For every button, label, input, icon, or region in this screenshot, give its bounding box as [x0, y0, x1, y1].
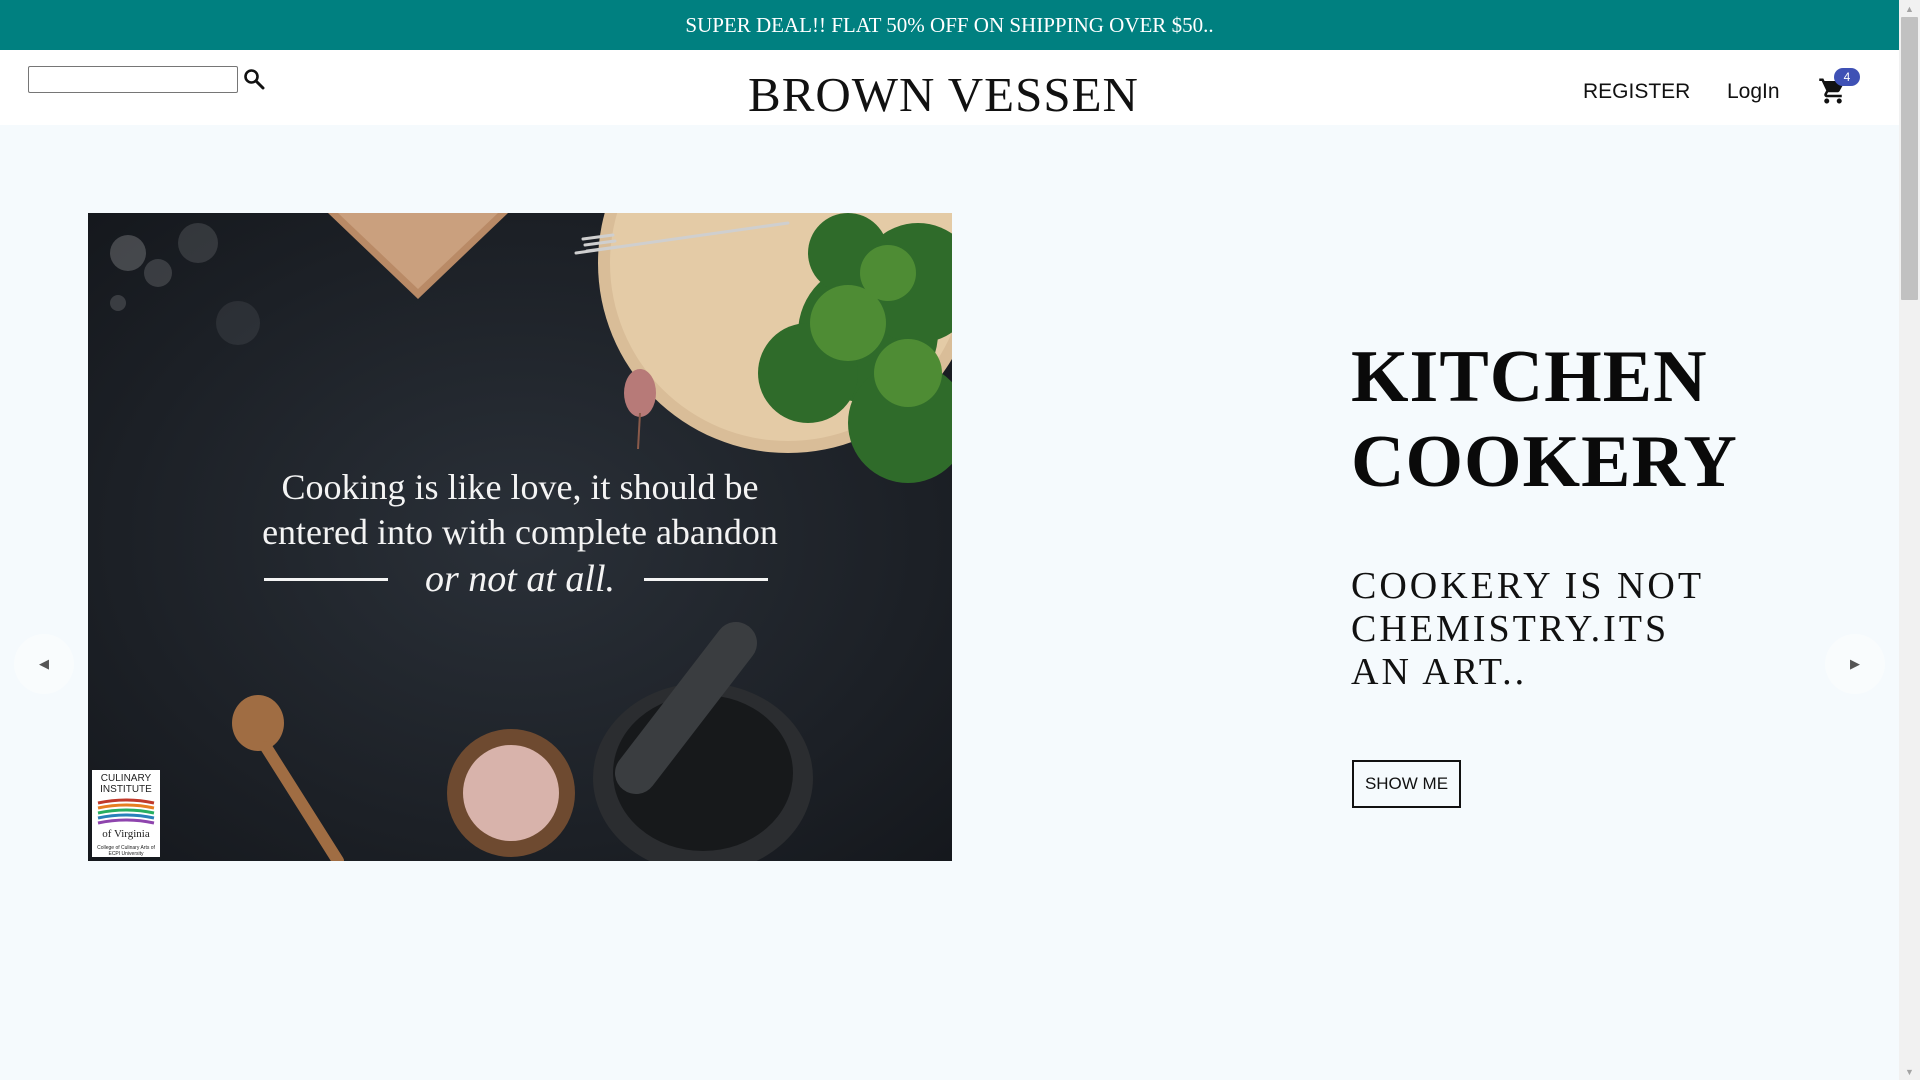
hero-title: KITCHEN COOKERY	[1351, 335, 1871, 505]
logo-text-3: of Virginia	[102, 828, 150, 840]
quote-rule-left	[264, 578, 388, 581]
slider-prev-button[interactable]: ◀	[14, 634, 74, 694]
logo-text-2: INSTITUTE	[100, 784, 152, 795]
hero-slide-image: Cooking is like love, it should be enter…	[88, 213, 952, 861]
logo-stripes	[97, 798, 155, 825]
culinary-institute-logo: CULINARY INSTITUTE of Virginia College o…	[92, 770, 160, 857]
hero-title-line-1: KITCHEN	[1351, 336, 1708, 418]
caret-right-icon: ▶	[1850, 656, 1860, 671]
show-me-button[interactable]: SHOW ME	[1352, 760, 1461, 808]
login-link[interactable]: LogIn	[1727, 80, 1780, 104]
scrollbar-thumb[interactable]	[1901, 17, 1918, 300]
site-header: BROWN VESSEN REGISTER LogIn 4	[0, 50, 1899, 125]
hero-title-line-2: COOKERY	[1351, 421, 1738, 503]
announcement-bar: SUPER DEAL!! FLAT 50% OFF ON SHIPPING OV…	[0, 0, 1899, 50]
logo-text-4: College of Culinary Arts of ECPI Univers…	[97, 845, 155, 857]
scroll-up-arrow-icon[interactable]: ▲	[1899, 0, 1920, 17]
hero-subtitle-line-2: CHEMISTRY.ITS	[1351, 608, 1670, 650]
quote-line-1: Cooking is like love, it should be	[281, 467, 759, 507]
announcement-text: SUPER DEAL!! FLAT 50% OFF ON SHIPPING OV…	[685, 12, 1214, 37]
quote-line-3: or not at all.	[424, 558, 616, 600]
cart-count-badge: 4	[1834, 68, 1860, 86]
hero-subtitle: COOKERY IS NOT CHEMISTRY.ITS AN ART..	[1351, 565, 1771, 694]
caret-left-icon: ◀	[39, 656, 49, 671]
quote-rule-right	[644, 578, 768, 581]
hero-subtitle-line-1: COOKERY IS NOT	[1351, 565, 1705, 607]
slider-next-button[interactable]: ▶	[1825, 634, 1885, 694]
logo-text-1: CULINARY	[100, 773, 152, 784]
page-scrollbar[interactable]: ▲ ▼	[1899, 0, 1920, 1080]
register-link[interactable]: REGISTER	[1583, 80, 1690, 104]
hero-subtitle-line-3: AN ART..	[1351, 651, 1528, 693]
quote-line-2: entered into with complete abandon	[262, 512, 778, 552]
scroll-down-arrow-icon[interactable]: ▼	[1899, 1063, 1920, 1080]
